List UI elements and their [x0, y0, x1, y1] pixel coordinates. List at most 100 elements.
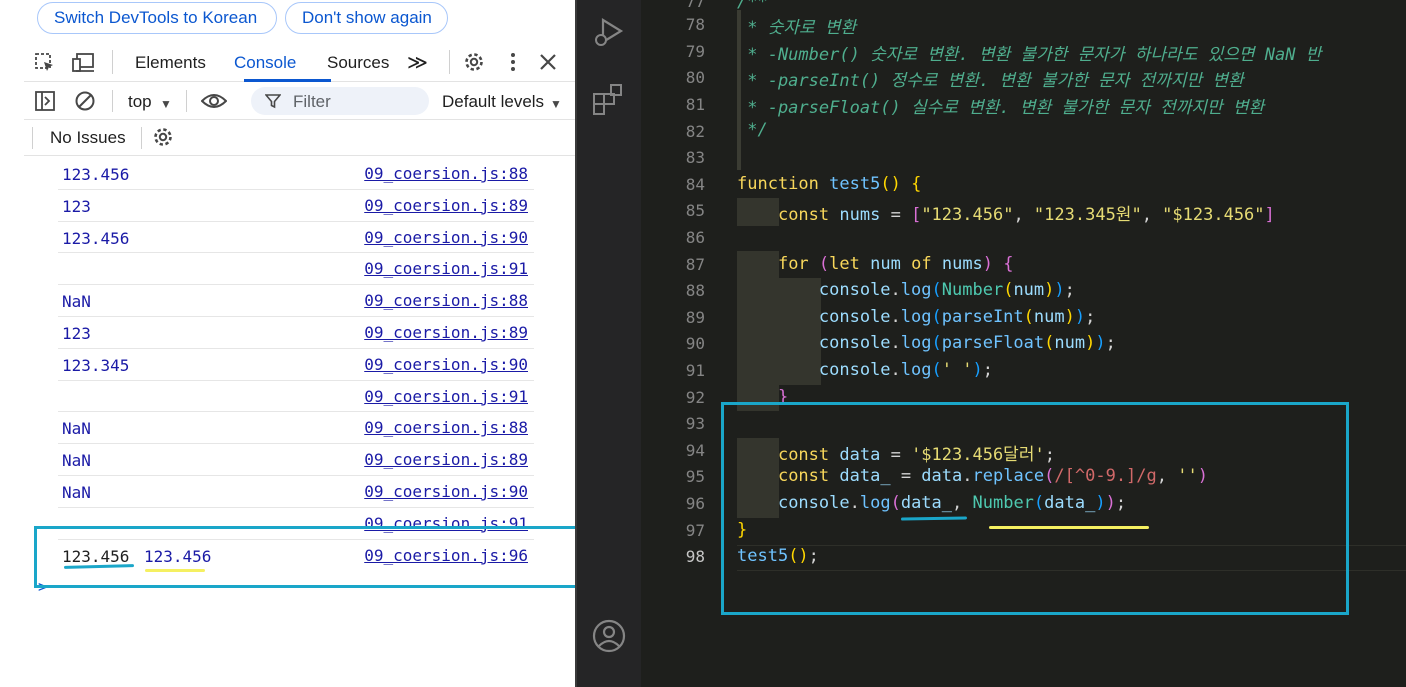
- line-number: 82: [685, 122, 705, 141]
- code-line: * -parseFloat() 실수로 변환. 변환 불가한 문자 전까지만 변…: [737, 98, 1265, 118]
- code-line: console.log(' ');: [818, 360, 993, 380]
- inspect-element-icon[interactable]: [34, 52, 56, 74]
- line-number: 97: [685, 521, 705, 540]
- console-message: 09_coersion.js:91: [58, 381, 534, 413]
- devtools-panel: Switch DevTools to Korean Don't show aga…: [0, 0, 592, 687]
- line-number: 83: [685, 148, 705, 167]
- line-number: 78: [685, 15, 705, 34]
- chevron-down-icon: ▼: [160, 97, 172, 111]
- more-options-icon[interactable]: [502, 51, 524, 73]
- console-message: NaN 09_coersion.js:88: [58, 412, 534, 445]
- console-message: NaN 09_coersion.js:89: [58, 444, 534, 476]
- log-levels-selector[interactable]: Default levels: [442, 92, 544, 112]
- divider: [449, 50, 450, 74]
- switch-language-button[interactable]: Switch DevTools to Korean: [37, 2, 277, 34]
- clear-console-icon[interactable]: [74, 90, 96, 112]
- source-link[interactable]: 09_coersion.js:90: [364, 482, 528, 501]
- line-number-current: 98: [685, 547, 705, 566]
- console-message: 123 09_coersion.js:89: [58, 190, 534, 222]
- log-value: NaN: [62, 451, 91, 471]
- log-value: 123: [62, 323, 91, 343]
- console-output: 123.456 09_coersion.js:88 123 09_coersion.…: [24, 158, 534, 571]
- tab-elements[interactable]: Elements: [135, 53, 206, 73]
- underline-yellow: [145, 569, 205, 572]
- log-value: 123.345: [62, 355, 130, 375]
- divider: [141, 127, 142, 149]
- console-message: 09_coersion.js:91: [58, 253, 534, 286]
- console-message: NaN 09_coersion.js:90: [58, 476, 534, 508]
- log-value: 123: [62, 196, 91, 216]
- extensions-icon[interactable]: [591, 82, 627, 123]
- sidebar-toggle-icon[interactable]: [34, 90, 56, 112]
- divider: [32, 127, 33, 149]
- code-line: console.log(parseFloat(num));: [818, 333, 1116, 353]
- code-line: console.log(parseInt(num));: [818, 307, 1096, 327]
- source-link[interactable]: 09_coersion.js:88: [364, 291, 528, 310]
- console-message: 123.456 09_coersion.js:88: [58, 158, 534, 190]
- filter-placeholder: Filter: [293, 92, 331, 111]
- source-link[interactable]: 09_coersion.js:91: [364, 259, 528, 278]
- line-number: 90: [685, 334, 705, 353]
- source-link[interactable]: 09_coersion.js:89: [364, 323, 528, 342]
- log-value: 123.456: [62, 228, 130, 248]
- log-value: NaN: [62, 419, 91, 439]
- line-number: 79: [685, 42, 705, 61]
- line-number: 88: [685, 281, 705, 300]
- divider: [112, 50, 113, 74]
- line-number: 96: [685, 494, 705, 513]
- issues-bar: No Issues: [24, 120, 575, 156]
- devtools-tabbar: Elements Console Sources ≫: [24, 42, 575, 82]
- account-icon[interactable]: [591, 618, 627, 659]
- code-line: function test5() {: [737, 174, 922, 194]
- line-number: 84: [685, 175, 705, 194]
- code-line: for (let num of nums) {: [777, 254, 1014, 274]
- line-number: 86: [685, 228, 705, 247]
- filter-input[interactable]: Filter: [251, 87, 429, 115]
- code-line: * -Number() 숫자로 변환. 변환 불가한 문자가 하나라도 있으면 …: [737, 45, 1322, 65]
- context-selector[interactable]: top: [128, 92, 152, 112]
- device-toolbar-icon[interactable]: [72, 52, 96, 74]
- line-number: 85: [685, 201, 705, 220]
- tab-console[interactable]: Console: [234, 53, 296, 73]
- source-link[interactable]: 09_coersion.js:91: [364, 387, 528, 406]
- line-number: 93: [685, 414, 705, 433]
- source-link[interactable]: 09_coersion.js:89: [364, 450, 528, 469]
- code-editor: 77 78 79 80 81 82 83 84 85 86 87 88 89 9…: [575, 0, 1406, 687]
- eye-icon[interactable]: [201, 90, 227, 112]
- line-number: 89: [685, 308, 705, 327]
- line-number: 87: [685, 255, 705, 274]
- line-number: 77: [685, 0, 705, 11]
- underline-yellow: [989, 526, 1149, 529]
- run-debug-icon[interactable]: [591, 14, 627, 55]
- divider: [186, 90, 187, 112]
- line-number: 94: [685, 441, 705, 460]
- source-link[interactable]: 09_coersion.js:90: [364, 355, 528, 374]
- console-message: 123.456 09_coersion.js:90: [58, 222, 534, 254]
- line-number-gutter: 77 78 79 80 81 82 83 84 85 86 87 88 89 9…: [641, 0, 711, 687]
- close-icon[interactable]: [537, 51, 559, 73]
- dont-show-again-button[interactable]: Don't show again: [285, 2, 448, 34]
- chevron-down-icon: ▼: [550, 97, 562, 111]
- line-number: 95: [685, 467, 705, 486]
- issues-status[interactable]: No Issues: [50, 128, 126, 148]
- log-value: NaN: [62, 292, 91, 312]
- source-link[interactable]: 09_coersion.js:89: [364, 196, 528, 215]
- line-number: 81: [685, 95, 705, 114]
- log-value: NaN: [62, 482, 91, 502]
- source-link[interactable]: 09_coersion.js:88: [364, 418, 528, 437]
- settings-gear-icon[interactable]: [463, 51, 485, 73]
- line-number: 80: [685, 68, 705, 87]
- console-message: 123.345 09_coersion.js:90: [58, 349, 534, 381]
- console-settings-gear-icon[interactable]: [152, 126, 174, 148]
- code-line: */: [737, 120, 768, 140]
- more-tabs-icon[interactable]: ≫: [407, 50, 428, 75]
- tab-sources[interactable]: Sources: [327, 53, 389, 73]
- highlight-box: [34, 526, 592, 588]
- line-number: 91: [685, 361, 705, 380]
- source-link[interactable]: 09_coersion.js:90: [364, 228, 528, 247]
- code-line: * 숫자로 변환: [737, 18, 857, 38]
- log-value: 123.456: [62, 165, 130, 184]
- panel-divider: [575, 0, 577, 687]
- filter-funnel-icon: [265, 93, 281, 109]
- source-link[interactable]: 09_coersion.js:88: [364, 164, 528, 183]
